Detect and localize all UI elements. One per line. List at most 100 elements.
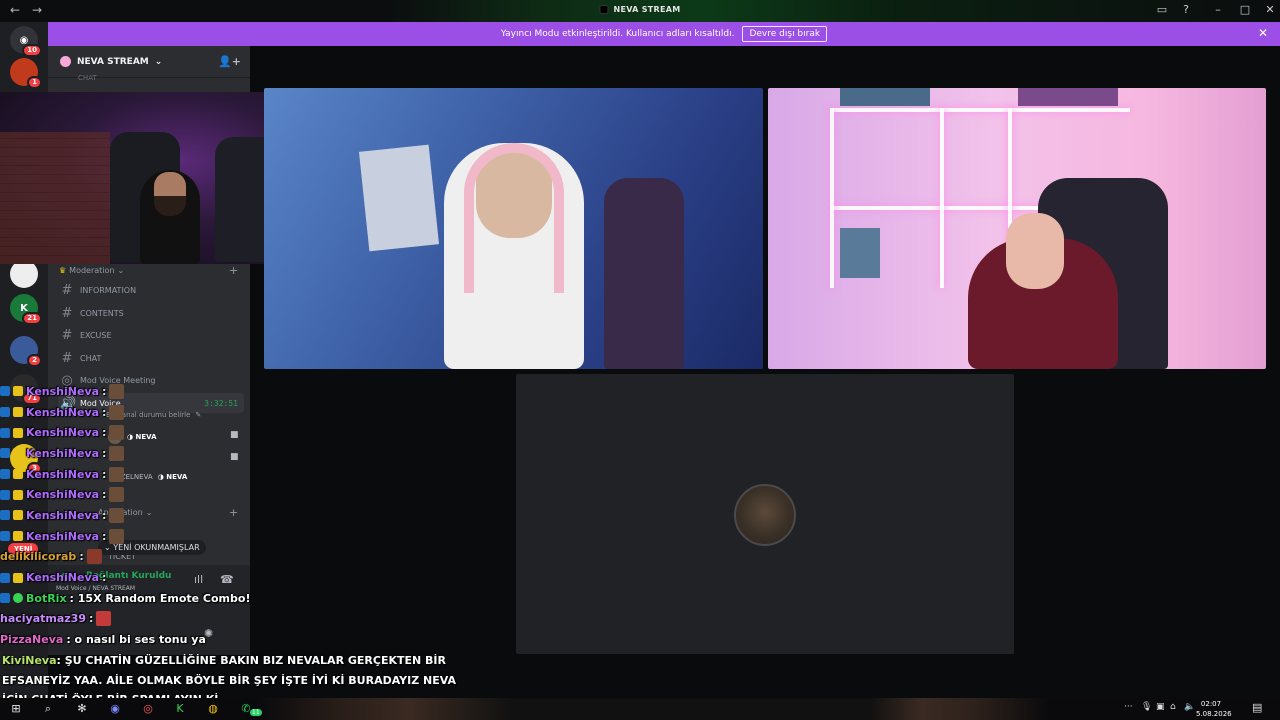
banner-text: Yayıncı Modu etkinleştirildi. Kullanıcı … [500, 29, 735, 39]
chat-user: BotRix [26, 591, 67, 605]
channel-contents[interactable]: # CONTENTS [58, 303, 244, 323]
chat-user: KenshiNeva [26, 508, 100, 522]
chat-text: : [79, 550, 84, 564]
chat-text: : [102, 405, 107, 419]
chat-message: KenshiNeva: [0, 402, 470, 423]
chat-text: : [102, 467, 107, 481]
chat-text: : 15X Random Emote Combo! [69, 591, 251, 605]
stream-tile-blue-room[interactable] [264, 88, 763, 369]
chat-text: : o nasıl bi ses tonu ya [66, 633, 206, 647]
stream-tile-audio-only[interactable] [516, 374, 1014, 654]
window-title: NEVA STREAM [599, 5, 680, 14]
chat-message: BotRix: 15X Random Emote Combo! [0, 588, 470, 609]
channel-excuse[interactable]: # EXCUSE [58, 325, 244, 345]
participant-avatar [734, 484, 796, 546]
windows-start-icon[interactable]: ⊞ [8, 702, 24, 716]
chat-message: PizzaNeva: o nasıl bi ses tonu ya [0, 629, 470, 650]
disable-streamer-mode-button[interactable]: Devre dışı bırak [742, 26, 828, 42]
channel-chat-top[interactable]: CHAT [78, 74, 97, 82]
category-moderation[interactable]: ♛ Moderation ⌄ + [59, 264, 238, 277]
chat-message: KenshiNeva: [0, 381, 470, 402]
stream-tile-pink-room[interactable] [768, 88, 1266, 369]
chat-user: PizzaNeva [0, 633, 64, 647]
windows-taskbar: ⊞ ⌕ ✻ ◉ ◎ K ◍ ✆ 11 ··· 🎙 ▣ ⌂ 🔈 02:07 5.08… [0, 698, 1280, 720]
streamer-mode-banner: Yayıncı Modu etkinleştirildi. Kullanıcı … [48, 22, 1280, 46]
obs-icon[interactable]: ◎ [140, 702, 156, 716]
server-icon[interactable]: 1 [10, 58, 42, 89]
shelf [830, 108, 1130, 112]
chat-text: : [102, 446, 107, 460]
discord-stream-window: ← → NEVA STREAM ▭ ? – □ ✕ Yayıncı Modu e… [0, 0, 1280, 720]
chevron-down-icon: ⌄ [154, 56, 163, 67]
channel-label: CONTENTS [80, 308, 124, 318]
search-icon[interactable]: ⌕ [40, 702, 56, 716]
minimize-icon[interactable]: – [1210, 3, 1226, 16]
tray-overflow-icon[interactable]: ··· [1124, 702, 1133, 712]
chat-user: KenshiNeva [26, 384, 100, 398]
chat-message: KenshiNeva: [0, 505, 470, 526]
display-icon[interactable]: ▣ [1156, 702, 1165, 712]
chat-user: KiviNeva [2, 654, 57, 667]
chat-message: KenshiNeva: [0, 464, 470, 485]
invite-people-icon[interactable]: 👤+ [218, 55, 241, 68]
gaming-chair [604, 178, 684, 369]
emote-icon [86, 549, 102, 565]
server-badge: 1 [27, 76, 42, 89]
chat-text: : [102, 508, 107, 522]
chat-user: KenshiNeva [26, 529, 100, 543]
chrome-icon[interactable]: ◍ [205, 702, 221, 716]
streamer-face [1006, 213, 1064, 289]
dm-badge: 10 [22, 44, 42, 57]
notifications-icon[interactable]: ▤ [1252, 701, 1262, 714]
network-icon[interactable]: ⌂ [1170, 702, 1176, 712]
chat-message: delikilicorab: [0, 547, 470, 568]
crown-icon: ♛ [59, 266, 67, 275]
chat-message: KenshiNeva: [0, 567, 470, 588]
window-title-text: NEVA STREAM [613, 5, 681, 14]
clock-time: 02:07 [1200, 700, 1222, 708]
add-channel-icon[interactable]: + [229, 264, 238, 277]
back-arrow-icon[interactable]: ← [10, 3, 20, 17]
server-icon[interactable]: K 21 [10, 294, 42, 325]
chat-text: : [102, 529, 107, 543]
chat-user: haciyatmaz39 [0, 612, 86, 626]
whatsapp-badge: 11 [250, 709, 262, 716]
chat-user: KenshiNeva [26, 488, 100, 502]
category-label: Moderation [69, 266, 115, 275]
kick-icon[interactable]: K [172, 702, 188, 716]
server-icon[interactable]: 2 [10, 336, 42, 367]
discord-icon[interactable]: ◉ [107, 702, 123, 716]
chevron-down-icon: ⌄ [117, 266, 125, 275]
chat-message: KenshiNeva: [0, 484, 470, 505]
help-icon[interactable]: ? [1178, 3, 1194, 16]
maximize-icon[interactable]: □ [1237, 3, 1253, 16]
chat-user: delikilicorab [0, 550, 77, 564]
emote-icon [109, 404, 125, 420]
microphone-icon[interactable]: 🎙 [1141, 702, 1152, 712]
channel-information[interactable]: # INFORMATION [58, 280, 244, 300]
volume-icon[interactable]: 🔈 [1184, 702, 1195, 712]
close-window-icon[interactable]: ✕ [1262, 3, 1278, 16]
chat-overlay: KenshiNeva: KenshiNeva: KenshiNeva: Kens… [0, 381, 470, 650]
chat-user: KenshiNeva [26, 467, 100, 481]
chat-message: KenshiNeva: [0, 443, 470, 464]
server-badge: 2 [27, 354, 42, 367]
forward-arrow-icon[interactable]: → [32, 3, 42, 17]
chatgpt-icon[interactable]: ✻ [74, 702, 90, 716]
chat-text: : [102, 384, 107, 398]
inbox-icon[interactable]: ▭ [1154, 3, 1170, 16]
channel-chat[interactable]: # CHAT [58, 348, 244, 368]
chat-message: KenshiNeva: [0, 526, 470, 547]
chat-user: KenshiNeva [26, 426, 100, 440]
direct-messages-icon[interactable]: ◉ 10 [10, 26, 42, 57]
system-clock[interactable]: 02:07 5.08.2026 [1196, 699, 1232, 719]
books [1018, 88, 1118, 106]
title-bar: ← → NEVA STREAM ▭ ? – □ ✕ [0, 0, 1280, 22]
chat-user: KenshiNeva [26, 571, 100, 585]
headphones [464, 143, 564, 293]
books [840, 228, 880, 278]
brick-wall [0, 132, 110, 264]
chat-user: KenshiNeva [26, 446, 100, 460]
server-icon[interactable] [10, 260, 38, 288]
banner-close-icon[interactable]: ✕ [1258, 26, 1268, 40]
